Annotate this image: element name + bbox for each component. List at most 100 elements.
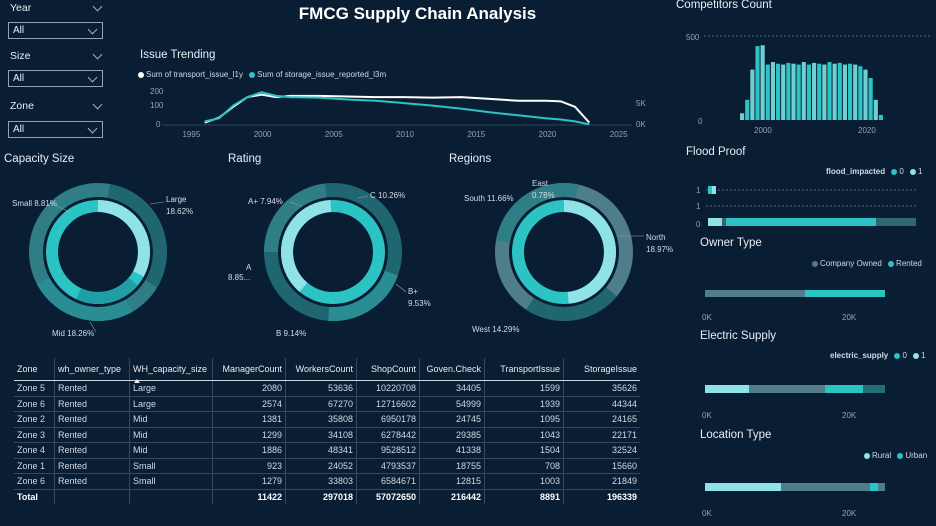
donut-label: Large: [166, 195, 187, 204]
competitor-bar[interactable]: [822, 64, 827, 120]
slicer-year-label: Year: [10, 2, 32, 14]
donut-label: 9.53%: [408, 299, 431, 308]
flood-proof-chart[interactable]: 1 1 0: [694, 182, 924, 232]
flood-legend: flood_impacted 0 1: [826, 167, 923, 176]
donut-label: West 14.29%: [472, 325, 519, 334]
competitor-bar[interactable]: [812, 62, 817, 120]
x-tick-label: 2010: [396, 130, 414, 139]
competitor-bar[interactable]: [791, 63, 796, 120]
electric-supply-chart[interactable]: 0K 20K: [700, 380, 900, 422]
table-cell: Zone 3: [14, 427, 55, 443]
table-cell: Rented: [54, 380, 130, 397]
competitor-bar[interactable]: [801, 62, 806, 120]
location-legend: Rural Urban: [860, 451, 927, 460]
competitor-bar[interactable]: [837, 62, 842, 120]
issue-trending-chart[interactable]: 1995 2000 2005 2010 2015 2020 2025 200 100 0 5…: [138, 86, 658, 142]
regions-title: Regions: [449, 153, 492, 165]
competitor-bar[interactable]: [781, 64, 786, 120]
table-cell: 44344: [563, 396, 640, 412]
col-capacity-size[interactable]: WH_capacity_size: [129, 358, 213, 383]
table-row[interactable]: Zone 1 Rented Small 923 24052 4793537 18755 708…: [14, 458, 640, 474]
y-tick-label: 0: [156, 120, 161, 129]
table-cell: 216442: [419, 488, 485, 504]
table-cell: 53636: [285, 380, 357, 397]
zone-dropdown[interactable]: All: [8, 121, 103, 138]
electric-legend-0: 0: [902, 351, 907, 360]
competitor-bar[interactable]: [832, 63, 837, 120]
legend-dot-1: [910, 168, 917, 175]
slicer-zone[interactable]: Zone All: [8, 99, 106, 140]
competitor-bar[interactable]: [796, 64, 801, 120]
competitor-bar[interactable]: [765, 64, 770, 120]
competitor-bar[interactable]: [750, 69, 755, 120]
table-row[interactable]: Zone 2 Rented Mid 1381 35808 6950178 24745 1095…: [14, 411, 640, 428]
table-cell: 1299: [212, 427, 286, 443]
size-dropdown[interactable]: All: [8, 70, 103, 87]
competitor-bar[interactable]: [873, 99, 878, 120]
sort-ascending-icon[interactable]: [134, 379, 140, 383]
y-tick-label: 200: [150, 87, 164, 96]
competitor-bar[interactable]: [868, 78, 873, 120]
table-cell: Small: [129, 473, 213, 490]
col-transport-issue[interactable]: TransportIssue: [484, 358, 564, 381]
competitor-bar[interactable]: [863, 69, 868, 120]
donut-label: B+: [408, 287, 418, 296]
competitor-bar[interactable]: [878, 114, 883, 120]
warehouse-table[interactable]: Zone wh_owner_type WH_capacity_size Mana…: [14, 358, 654, 504]
slicer-size[interactable]: Size All: [8, 49, 106, 88]
competitor-bar[interactable]: [740, 113, 745, 120]
capacity-size-donut[interactable]: Small 8.81% Large 18.62% Mid 18.26%: [0, 172, 200, 352]
slicer-year[interactable]: Year All: [8, 1, 106, 40]
col-zone[interactable]: Zone: [14, 358, 55, 381]
table-cell: Zone 2: [14, 411, 55, 428]
donut-label: East: [532, 179, 549, 188]
donut-label: 8.85...: [228, 273, 250, 282]
competitor-bar[interactable]: [853, 64, 858, 120]
competitor-bar[interactable]: [786, 62, 791, 120]
owner-type-chart[interactable]: 0K 20K: [700, 284, 900, 324]
electric-legend: electric_supply 0 1: [830, 351, 926, 360]
donut-label: B 9.14%: [276, 329, 306, 338]
col-owner-type[interactable]: wh_owner_type: [54, 358, 130, 381]
col-shop-count[interactable]: ShopCount: [356, 358, 420, 381]
competitors-chart[interactable]: 500 0 2000 2020: [674, 18, 936, 144]
location-type-chart[interactable]: 0K 20K: [700, 478, 900, 520]
competitor-bar[interactable]: [848, 63, 853, 120]
competitor-bar[interactable]: [760, 45, 765, 120]
col-goven-check[interactable]: Goven.Check: [419, 358, 485, 381]
table-cell: [54, 488, 130, 504]
competitor-bar[interactable]: [770, 62, 775, 120]
legend-dot-0: [891, 168, 898, 175]
table-cell: Mid: [129, 427, 213, 443]
chevron-down-icon[interactable]: [92, 49, 103, 60]
competitor-bar[interactable]: [776, 63, 781, 120]
col-storage-issue[interactable]: StorageIssue: [563, 358, 640, 381]
competitor-bar[interactable]: [806, 64, 811, 120]
col-workers-count[interactable]: WorkersCount: [285, 358, 357, 381]
table-row[interactable]: Zone 6 Rented Small 1279 33803 6584671 12815 10…: [14, 473, 640, 490]
competitor-bar[interactable]: [842, 64, 847, 120]
chevron-down-icon[interactable]: [92, 1, 103, 12]
competitor-bar[interactable]: [827, 62, 832, 120]
electric-legend-1: 1: [921, 351, 926, 360]
table-row[interactable]: Zone 5 Rented Large 2080 53636 10220708 34405 1…: [14, 380, 640, 397]
competitor-bar[interactable]: [858, 66, 863, 120]
col-manager-count[interactable]: ManagerCount: [212, 358, 286, 381]
table-cell: 12815: [419, 473, 485, 490]
warehouse-table-grid: Zone wh_owner_type WH_capacity_size Mana…: [14, 358, 640, 504]
table-row[interactable]: Zone 4 Rented Mid 1886 48341 9528512 41338 1504…: [14, 442, 640, 459]
table-cell: 41338: [419, 442, 485, 459]
year-dropdown[interactable]: All: [8, 22, 103, 39]
competitor-bar[interactable]: [745, 99, 750, 120]
regions-donut[interactable]: East 0.78% South 11.66% North 18.97% Wes…: [440, 172, 680, 352]
chevron-down-icon[interactable]: [92, 99, 103, 110]
donut-label: Small 8.81%: [12, 199, 57, 208]
table-row[interactable]: Zone 6 Rented Large 2574 67270 12716602 54999 1…: [14, 396, 640, 412]
rating-donut[interactable]: A+ 7.94% C 10.26% A 8.85... B+ 9.53% B 9…: [218, 172, 438, 352]
transport-issue-line[interactable]: [204, 93, 591, 124]
table-total-row[interactable]: Total 11422 297018 57072650 216442 8891 196339: [14, 488, 640, 504]
competitor-bar[interactable]: [817, 63, 822, 120]
competitor-bar[interactable]: [755, 46, 760, 120]
table-cell: 10220708: [356, 380, 420, 397]
table-row[interactable]: Zone 3 Rented Mid 1299 34108 6278442 29385 1043…: [14, 427, 640, 443]
